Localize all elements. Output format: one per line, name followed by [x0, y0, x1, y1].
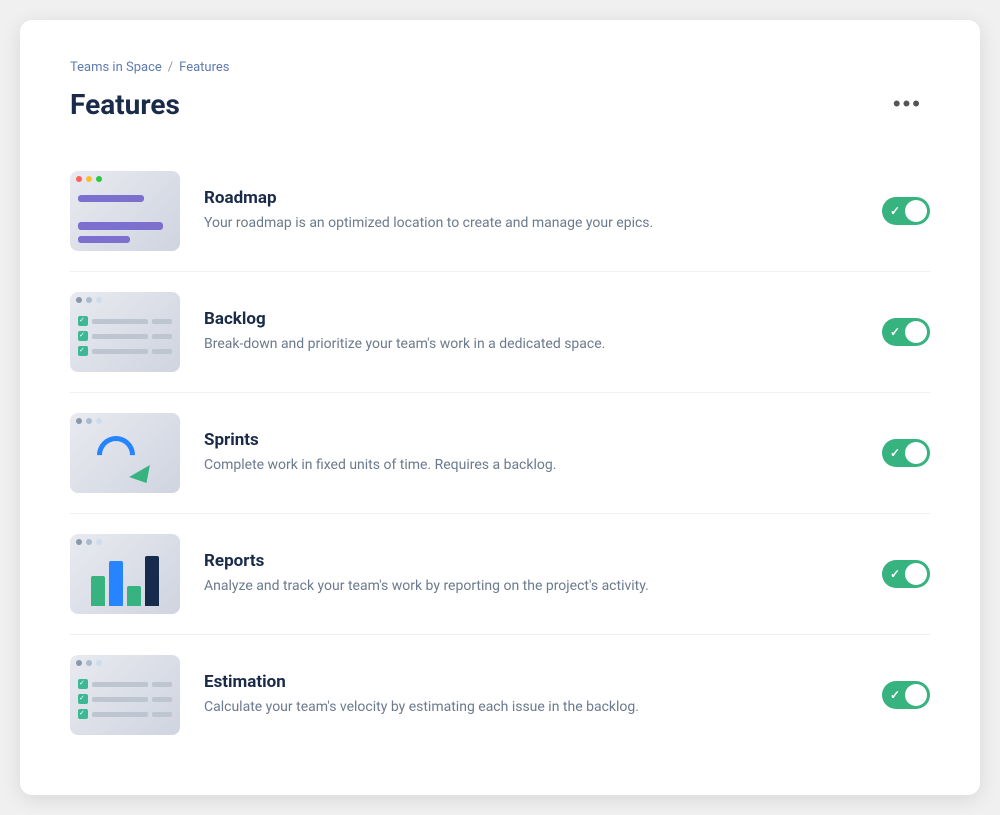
feature-info-reports: Reports Analyze and track your team's wo…	[204, 551, 858, 597]
feature-info-estimation: Estimation Calculate your team's velocit…	[204, 672, 858, 718]
report-bar-4	[145, 556, 159, 606]
estimation-checkbox-2	[78, 694, 88, 704]
feature-name-sprints: Sprints	[204, 430, 858, 450]
feature-item-sprints: Sprints Complete work in fixed units of …	[70, 393, 930, 514]
report-bar-1	[91, 576, 105, 606]
feature-info-roadmap: Roadmap Your roadmap is an optimized loc…	[204, 188, 858, 234]
estimation-row-2	[78, 694, 172, 704]
feature-thumbnail-sprints	[70, 413, 180, 493]
estimation-line-1b	[152, 682, 172, 687]
backlog-line-3b	[152, 349, 172, 354]
feature-name-reports: Reports	[204, 551, 858, 571]
toggle-check-sprints: ✓	[890, 446, 900, 460]
report-bar-3	[127, 586, 141, 606]
feature-desc-estimation: Calculate your team's velocity by estima…	[204, 697, 858, 718]
backlog-checkbox-2	[78, 331, 88, 341]
backlog-line-1	[92, 319, 148, 324]
toggle-check-estimation: ✓	[890, 688, 900, 702]
feature-item-estimation: Estimation Calculate your team's velocit…	[70, 635, 930, 755]
estimation-line-1	[92, 682, 148, 687]
toggle-check-reports: ✓	[890, 567, 900, 581]
feature-item-reports: Reports Analyze and track your team's wo…	[70, 514, 930, 635]
estimation-line-3b	[152, 712, 172, 717]
feature-name-estimation: Estimation	[204, 672, 858, 692]
backlog-checkbox-3	[78, 346, 88, 356]
toggle-backlog[interactable]: ✓	[882, 318, 930, 346]
roadmap-bar-3	[78, 236, 130, 243]
estimation-checkbox-1	[78, 679, 88, 689]
feature-item-roadmap: Roadmap Your roadmap is an optimized loc…	[70, 151, 930, 272]
feature-name-backlog: Backlog	[204, 309, 858, 329]
estimation-rows	[78, 679, 172, 719]
backlog-row-1	[78, 316, 172, 326]
feature-list: Roadmap Your roadmap is an optimized loc…	[70, 151, 930, 755]
feature-desc-roadmap: Your roadmap is an optimized location to…	[204, 213, 858, 234]
estimation-checkbox-3	[78, 709, 88, 719]
backlog-checkbox-1	[78, 316, 88, 326]
backlog-row-2	[78, 331, 172, 341]
estimation-line-3	[92, 712, 148, 717]
feature-item-backlog: Backlog Break-down and prioritize your t…	[70, 272, 930, 393]
feature-thumbnail-estimation	[70, 655, 180, 735]
breadcrumb-home[interactable]: Teams in Space	[70, 60, 162, 75]
feature-thumbnail-backlog	[70, 292, 180, 372]
toggle-roadmap[interactable]: ✓	[882, 197, 930, 225]
toggle-check-roadmap: ✓	[890, 204, 900, 218]
roadmap-bar-2	[78, 222, 163, 229]
sprint-icon	[95, 434, 155, 484]
page-title: Features	[70, 88, 180, 121]
feature-info-sprints: Sprints Complete work in fixed units of …	[204, 430, 858, 476]
toggle-sprints[interactable]: ✓	[882, 439, 930, 467]
breadcrumb-separator: /	[168, 60, 173, 75]
page-header: Features •••	[70, 87, 930, 121]
roadmap-bar-1	[78, 195, 144, 202]
feature-desc-sprints: Complete work in fixed units of time. Re…	[204, 455, 858, 476]
toggle-reports[interactable]: ✓	[882, 560, 930, 588]
toggle-check-backlog: ✓	[890, 325, 900, 339]
sprint-arrow-icon	[129, 465, 157, 489]
report-bar-2	[109, 561, 123, 606]
feature-thumbnail-roadmap	[70, 171, 180, 251]
main-window: Teams in Space / Features Features ••• R…	[20, 20, 980, 795]
feature-name-roadmap: Roadmap	[204, 188, 858, 208]
estimation-row-1	[78, 679, 172, 689]
breadcrumb-current: Features	[179, 60, 229, 75]
more-menu-button[interactable]: •••	[885, 87, 930, 121]
feature-thumbnail-reports	[70, 534, 180, 614]
breadcrumb: Teams in Space / Features	[70, 60, 930, 75]
backlog-rows	[78, 316, 172, 356]
backlog-line-2	[92, 334, 148, 339]
backlog-line-1b	[152, 319, 172, 324]
estimation-line-2	[92, 697, 148, 702]
backlog-row-3	[78, 346, 172, 356]
estimation-line-2b	[152, 697, 172, 702]
backlog-line-2b	[152, 334, 172, 339]
estimation-row-3	[78, 709, 172, 719]
feature-desc-backlog: Break-down and prioritize your team's wo…	[204, 334, 858, 355]
feature-desc-reports: Analyze and track your team's work by re…	[204, 576, 858, 597]
toggle-estimation[interactable]: ✓	[882, 681, 930, 709]
backlog-line-3	[92, 349, 148, 354]
feature-info-backlog: Backlog Break-down and prioritize your t…	[204, 309, 858, 355]
